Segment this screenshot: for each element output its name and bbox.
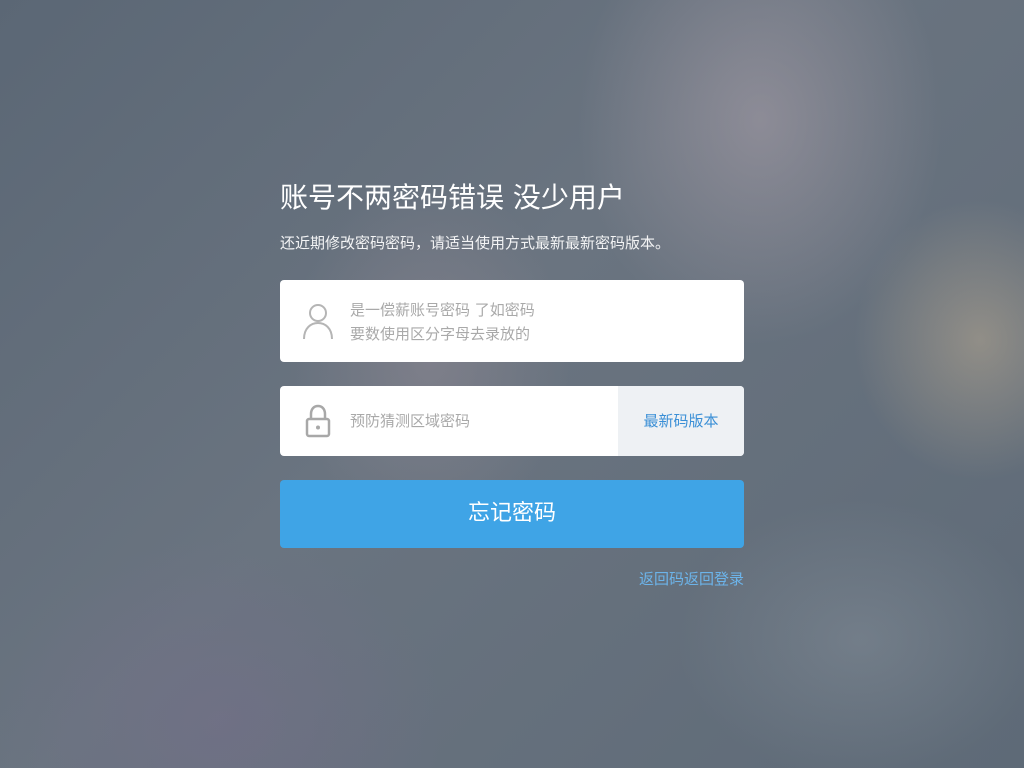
username-hint: 是一偿薪账号密码 了如密码 要数使用区分字母去录放的 <box>350 298 535 346</box>
page-subtitle: 还近期修改密码密码，请适当使用方式最新最新密码版本。 <box>280 234 671 252</box>
blurred-background <box>0 0 1024 768</box>
password-version-link[interactable]: 最新码版本 <box>618 386 744 456</box>
page-title: 账号不两密码错误 没少用户 <box>280 181 625 214</box>
forgot-password-button[interactable]: 忘记密码 <box>280 480 744 548</box>
username-hint-line-1: 是一偿薪账号密码 了如密码 <box>350 301 535 319</box>
back-to-login-link[interactable]: 返回码返回登录 <box>639 568 744 590</box>
lock-icon <box>300 402 336 442</box>
user-icon <box>300 301 336 341</box>
password-field[interactable]: 预防猜测区域密码 最新码版本 <box>280 386 744 456</box>
username-hint-line-2: 要数使用区分字母去录放的 <box>350 325 531 343</box>
login-error-panel: 账号不两密码错误 没少用户 还近期修改密码密码，请适当使用方式最新最新密码版本。… <box>280 178 744 588</box>
password-placeholder: 预防猜测区域密码 <box>350 412 471 430</box>
username-field[interactable]: 是一偿薪账号密码 了如密码 要数使用区分字母去录放的 <box>280 280 744 362</box>
